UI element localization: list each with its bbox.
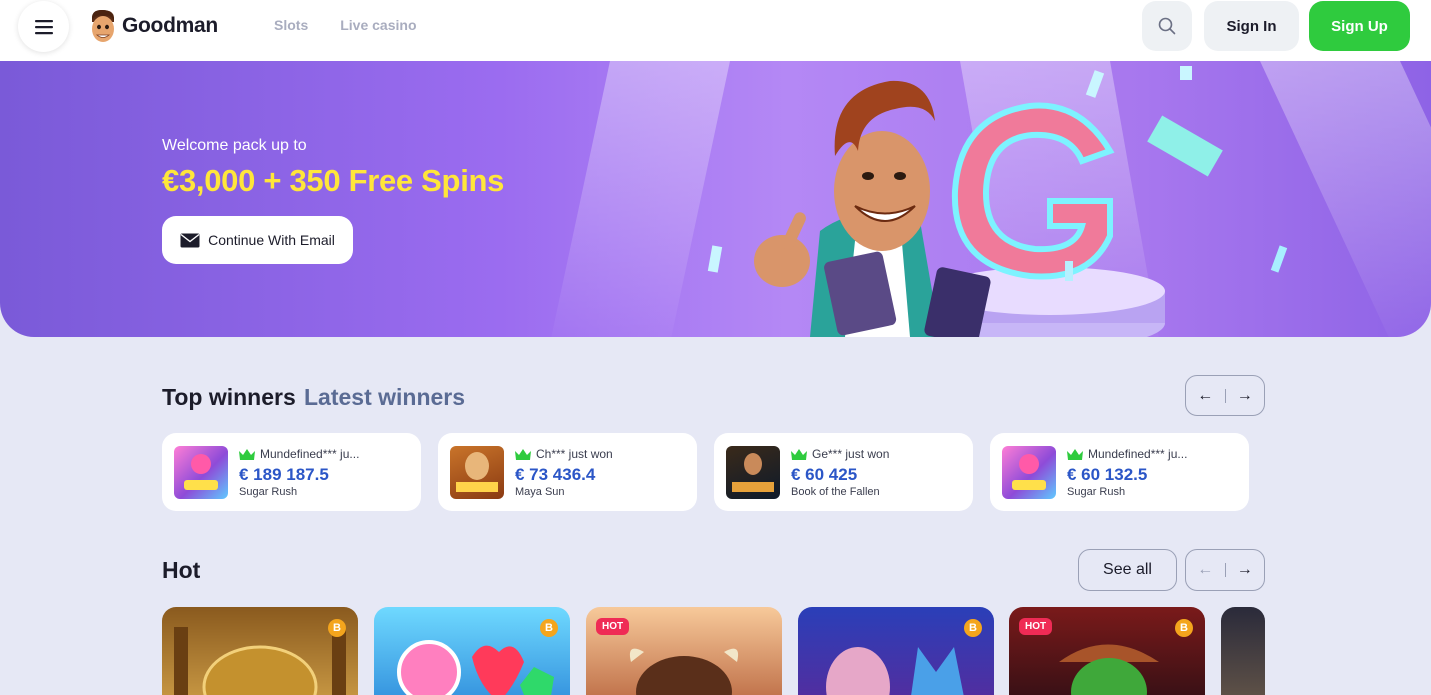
hero-banner: Welcome pack up to €3,000 + 350 Free Spi… <box>0 61 1431 337</box>
game-tile[interactable] <box>1221 607 1265 695</box>
winner-card[interactable]: Mundefined*** ju... € 60 132.5 Sugar Rus… <box>990 433 1249 511</box>
game-art-icon <box>732 453 774 492</box>
site-header: Goodman Slots Live casino Sign In Sign U… <box>0 0 1431 61</box>
continue-with-email-label: Continue With Email <box>208 232 335 248</box>
sugar-rush-thumbnail <box>174 446 228 499</box>
crown-icon <box>1067 448 1083 460</box>
winner-amount: € 73 436.4 <box>515 465 596 484</box>
game-tile[interactable]: HOT B <box>1009 607 1205 695</box>
goodman-face-icon <box>92 10 114 42</box>
game-tile[interactable]: B <box>162 607 358 695</box>
crown-icon <box>515 448 531 460</box>
winners-prev-button[interactable]: ← <box>1186 376 1225 415</box>
game-art-icon <box>397 640 554 695</box>
game-tile[interactable]: B <box>798 607 994 695</box>
game-tile[interactable]: HOT <box>586 607 782 695</box>
brand-name: Goodman <box>122 14 218 37</box>
crown-icon <box>239 448 255 460</box>
menu-button[interactable] <box>18 1 69 52</box>
main-nav: Slots Live casino <box>274 17 417 33</box>
bitcoin-badge-icon: B <box>328 619 346 637</box>
winners-carousel-controls: ← → <box>1185 375 1265 416</box>
nav-link-slots[interactable]: Slots <box>274 17 308 33</box>
game-art-icon <box>826 647 964 695</box>
search-button[interactable] <box>1142 1 1192 51</box>
bitcoin-badge-icon: B <box>540 619 558 637</box>
hot-badge: HOT <box>596 618 630 635</box>
hero-mascot-illustration <box>707 66 1288 337</box>
continue-with-email-button[interactable]: Continue With Email <box>162 216 353 264</box>
brand-logo[interactable]: Goodman <box>88 8 218 44</box>
winner-name-row: Mundefined*** ju... <box>1067 447 1187 461</box>
hot-carousel-controls: ← → <box>1185 549 1265 591</box>
top-winners-title[interactable]: Top winners <box>162 384 296 411</box>
sugar-rush-thumbnail <box>1002 446 1056 499</box>
hamburger-icon <box>34 19 53 34</box>
winner-name: Ch*** just won <box>536 447 613 461</box>
hot-badge: HOT <box>1019 618 1053 635</box>
winner-name: Mundefined*** ju... <box>1088 447 1188 461</box>
bitcoin-badge-icon: B <box>1175 619 1193 637</box>
winner-name-row: Ge*** just won <box>791 447 889 461</box>
winner-name-row: Ch*** just won <box>515 447 613 461</box>
sign-in-button[interactable]: Sign In <box>1204 1 1299 51</box>
winner-name: Ge*** just won <box>812 447 890 461</box>
winner-amount: € 189 187.5 <box>239 465 329 484</box>
search-icon <box>1158 17 1176 35</box>
game-art-icon <box>1012 454 1046 490</box>
winner-card[interactable]: Ch*** just won € 73 436.4 Maya Sun <box>438 433 697 511</box>
winner-amount: € 60 132.5 <box>1067 465 1148 484</box>
winner-card[interactable]: Ge*** just won € 60 425 Book of the Fall… <box>714 433 973 511</box>
hero-title: €3,000 + 350 Free Spins <box>162 163 505 198</box>
game-art-icon <box>174 627 346 695</box>
winners-next-button[interactable]: → <box>1225 376 1264 415</box>
winner-name: Mundefined*** ju... <box>260 447 360 461</box>
see-all-button[interactable]: See all <box>1078 549 1177 591</box>
winner-card[interactable]: Mundefined*** ju... € 189 187.5 Sugar Ru… <box>162 433 421 511</box>
game-tile[interactable]: B <box>374 607 570 695</box>
winner-game: Sugar Rush <box>1067 486 1126 498</box>
winner-game: Book of the Fallen <box>791 486 880 498</box>
hot-next-button[interactable]: → <box>1225 551 1264 590</box>
game-art-icon <box>184 454 218 490</box>
envelope-icon <box>180 233 200 247</box>
latest-winners-tab[interactable]: Latest winners <box>304 384 465 411</box>
winner-name-row: Mundefined*** ju... <box>239 447 359 461</box>
nav-link-live-casino[interactable]: Live casino <box>340 17 416 33</box>
bitcoin-badge-icon: B <box>964 619 982 637</box>
hero-subtitle: Welcome pack up to <box>162 137 307 154</box>
sign-up-button[interactable]: Sign Up <box>1309 1 1410 51</box>
crown-icon <box>791 448 807 460</box>
hot-section-title: Hot <box>162 557 201 583</box>
game-art-icon <box>456 452 498 492</box>
winner-game: Sugar Rush <box>239 486 298 498</box>
maya-sun-thumbnail <box>450 446 504 499</box>
hot-prev-button[interactable]: ← <box>1186 551 1225 590</box>
winner-game: Maya Sun <box>515 486 565 498</box>
book-of-the-fallen-thumbnail <box>726 446 780 499</box>
winner-amount: € 60 425 <box>791 465 858 484</box>
